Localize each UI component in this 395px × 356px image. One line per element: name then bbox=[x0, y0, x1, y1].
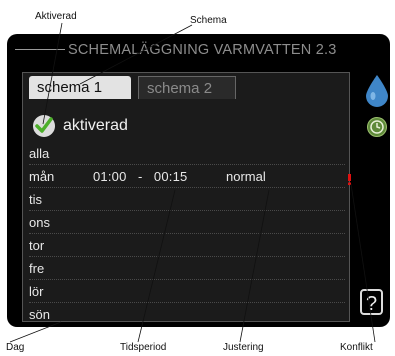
day-label: fre bbox=[29, 261, 45, 276]
day-label: sön bbox=[29, 307, 50, 322]
adjustment-value: normal bbox=[226, 169, 266, 184]
callout-schema: Schema bbox=[190, 15, 227, 26]
day-label: mån bbox=[29, 169, 55, 184]
schedule-row-tis[interactable]: tis bbox=[29, 188, 345, 211]
water-drop-icon bbox=[366, 75, 388, 107]
tab-schema-2[interactable]: schema 2 bbox=[138, 76, 236, 99]
callout-tidsperiod: Tidsperiod bbox=[120, 342, 167, 353]
clock-icon bbox=[367, 117, 387, 137]
checkmark-icon bbox=[33, 115, 55, 137]
callout-aktiverad: Aktiverad bbox=[35, 11, 77, 22]
day-label: tor bbox=[29, 238, 45, 253]
schedule-row-son[interactable]: sön bbox=[29, 303, 345, 325]
callout-konflikt: Konflikt bbox=[340, 342, 373, 353]
help-icon[interactable]: ? bbox=[360, 289, 383, 315]
conflict-marker-icon bbox=[348, 174, 351, 185]
activated-toggle[interactable]: aktiverad bbox=[33, 113, 128, 139]
screen-title: SCHEMALÄGGNING VARMVATTEN 2.3 bbox=[68, 42, 337, 58]
display-screen: SCHEMALÄGGNING VARMVATTEN 2.3 schema 1 s… bbox=[7, 34, 390, 327]
callout-justering: Justering bbox=[223, 342, 264, 353]
schedule-row-lor[interactable]: lör bbox=[29, 280, 345, 303]
time-period: 01:00 - 00:15 bbox=[93, 169, 188, 184]
schedule-row-man[interactable]: mån 01:00 - 00:15 normal bbox=[29, 165, 345, 188]
schedule-row-fre[interactable]: fre bbox=[29, 257, 345, 280]
schedule-row-alla[interactable]: alla bbox=[29, 142, 345, 165]
header-rule bbox=[15, 49, 65, 50]
schedule-row-tor[interactable]: tor bbox=[29, 234, 345, 257]
day-label: alla bbox=[29, 146, 50, 161]
day-label: ons bbox=[29, 215, 50, 230]
tab-schema-1[interactable]: schema 1 bbox=[29, 76, 131, 99]
schedule-rows: alla mån 01:00 - 00:15 normal tis ons to… bbox=[29, 142, 345, 325]
day-label: lör bbox=[29, 284, 44, 299]
activated-label: aktiverad bbox=[63, 117, 128, 134]
callout-dag: Dag bbox=[6, 342, 25, 353]
day-label: tis bbox=[29, 192, 42, 207]
schedule-row-ons[interactable]: ons bbox=[29, 211, 345, 234]
